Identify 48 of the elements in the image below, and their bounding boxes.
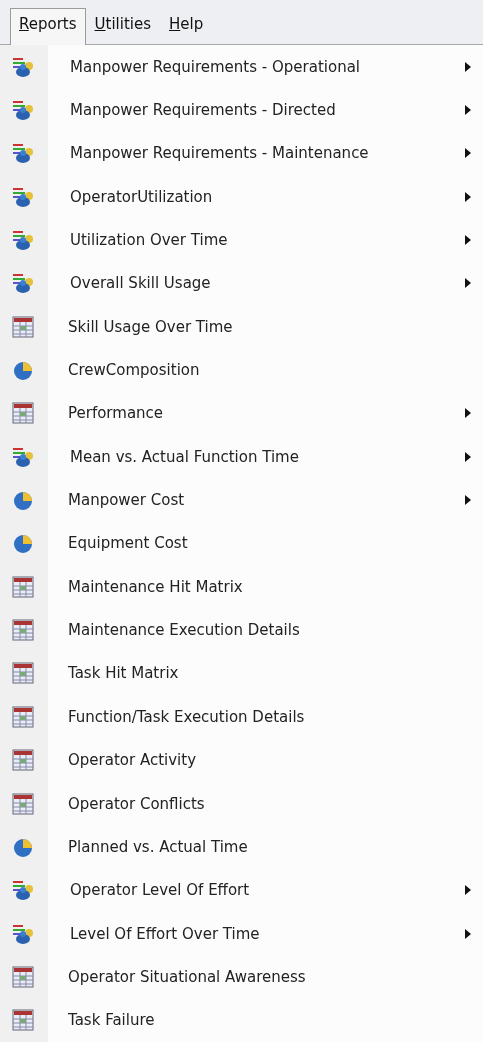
menu-tab[interactable]: Reports [10, 8, 86, 45]
table-icon [12, 402, 34, 425]
menu-item[interactable]: Manpower Requirements - Maintenance [70, 144, 465, 163]
chart-people-icon [12, 922, 36, 945]
menu-item[interactable]: Level Of Effort Over Time [70, 924, 465, 943]
table-icon [12, 705, 34, 728]
menu-item[interactable]: Overall Skill Usage [70, 274, 465, 293]
chart-people-icon [12, 879, 36, 902]
chart-people-icon [12, 55, 36, 78]
menu-item[interactable]: Maintenance Execution Details [68, 621, 483, 640]
menu-item[interactable]: Utilization Over Time [70, 231, 465, 250]
table-icon [12, 315, 34, 338]
menu-item[interactable]: Operator Activity [68, 751, 483, 770]
table-icon [12, 575, 34, 598]
menu-item[interactable]: Manpower Requirements - Operational [70, 57, 465, 76]
pie-chart-icon [12, 359, 34, 382]
menu-item[interactable]: Operator Situational Awareness [68, 967, 483, 986]
menu-item[interactable]: OperatorUtilization [70, 187, 465, 206]
table-icon [12, 619, 34, 642]
menu-item[interactable]: Task Failure [68, 1011, 483, 1030]
table-icon [12, 662, 34, 685]
menu-item[interactable]: Mean vs. Actual Function Time [70, 447, 465, 466]
chart-people-icon [12, 99, 36, 121]
pie-chart-icon [12, 489, 34, 512]
menu-item[interactable]: Skill Usage Over Time [68, 317, 483, 336]
table-icon [12, 749, 34, 772]
menu-item[interactable]: Manpower Cost [68, 491, 465, 510]
menu-item[interactable]: Equipment Cost [68, 534, 483, 553]
menu-item[interactable]: Operator Level Of Effort [70, 881, 465, 900]
menu-item[interactable]: Maintenance Hit Matrix [68, 577, 483, 596]
menu-item[interactable]: Planned vs. Actual Time [68, 837, 483, 856]
chart-people-icon [12, 272, 36, 295]
menu-item[interactable]: Function/Task Execution Details [68, 707, 483, 726]
menu-tab[interactable]: Help [160, 8, 213, 45]
menu-item[interactable]: Manpower Requirements - Directed [70, 101, 465, 119]
chart-people-icon [12, 229, 36, 252]
menu-item[interactable]: Performance [68, 404, 465, 423]
pie-chart-icon [12, 532, 34, 555]
menu-item[interactable]: Operator Conflicts [68, 794, 483, 813]
chart-people-icon [12, 445, 36, 468]
table-icon [12, 965, 34, 988]
menu-item[interactable]: CrewComposition [68, 361, 483, 380]
menu-tab[interactable]: Utilities [85, 8, 160, 45]
chart-people-icon [12, 142, 36, 165]
table-icon [12, 1009, 34, 1032]
chart-people-icon [12, 185, 36, 208]
table-icon [12, 792, 34, 815]
menu-item[interactable]: Task Hit Matrix [68, 664, 483, 683]
